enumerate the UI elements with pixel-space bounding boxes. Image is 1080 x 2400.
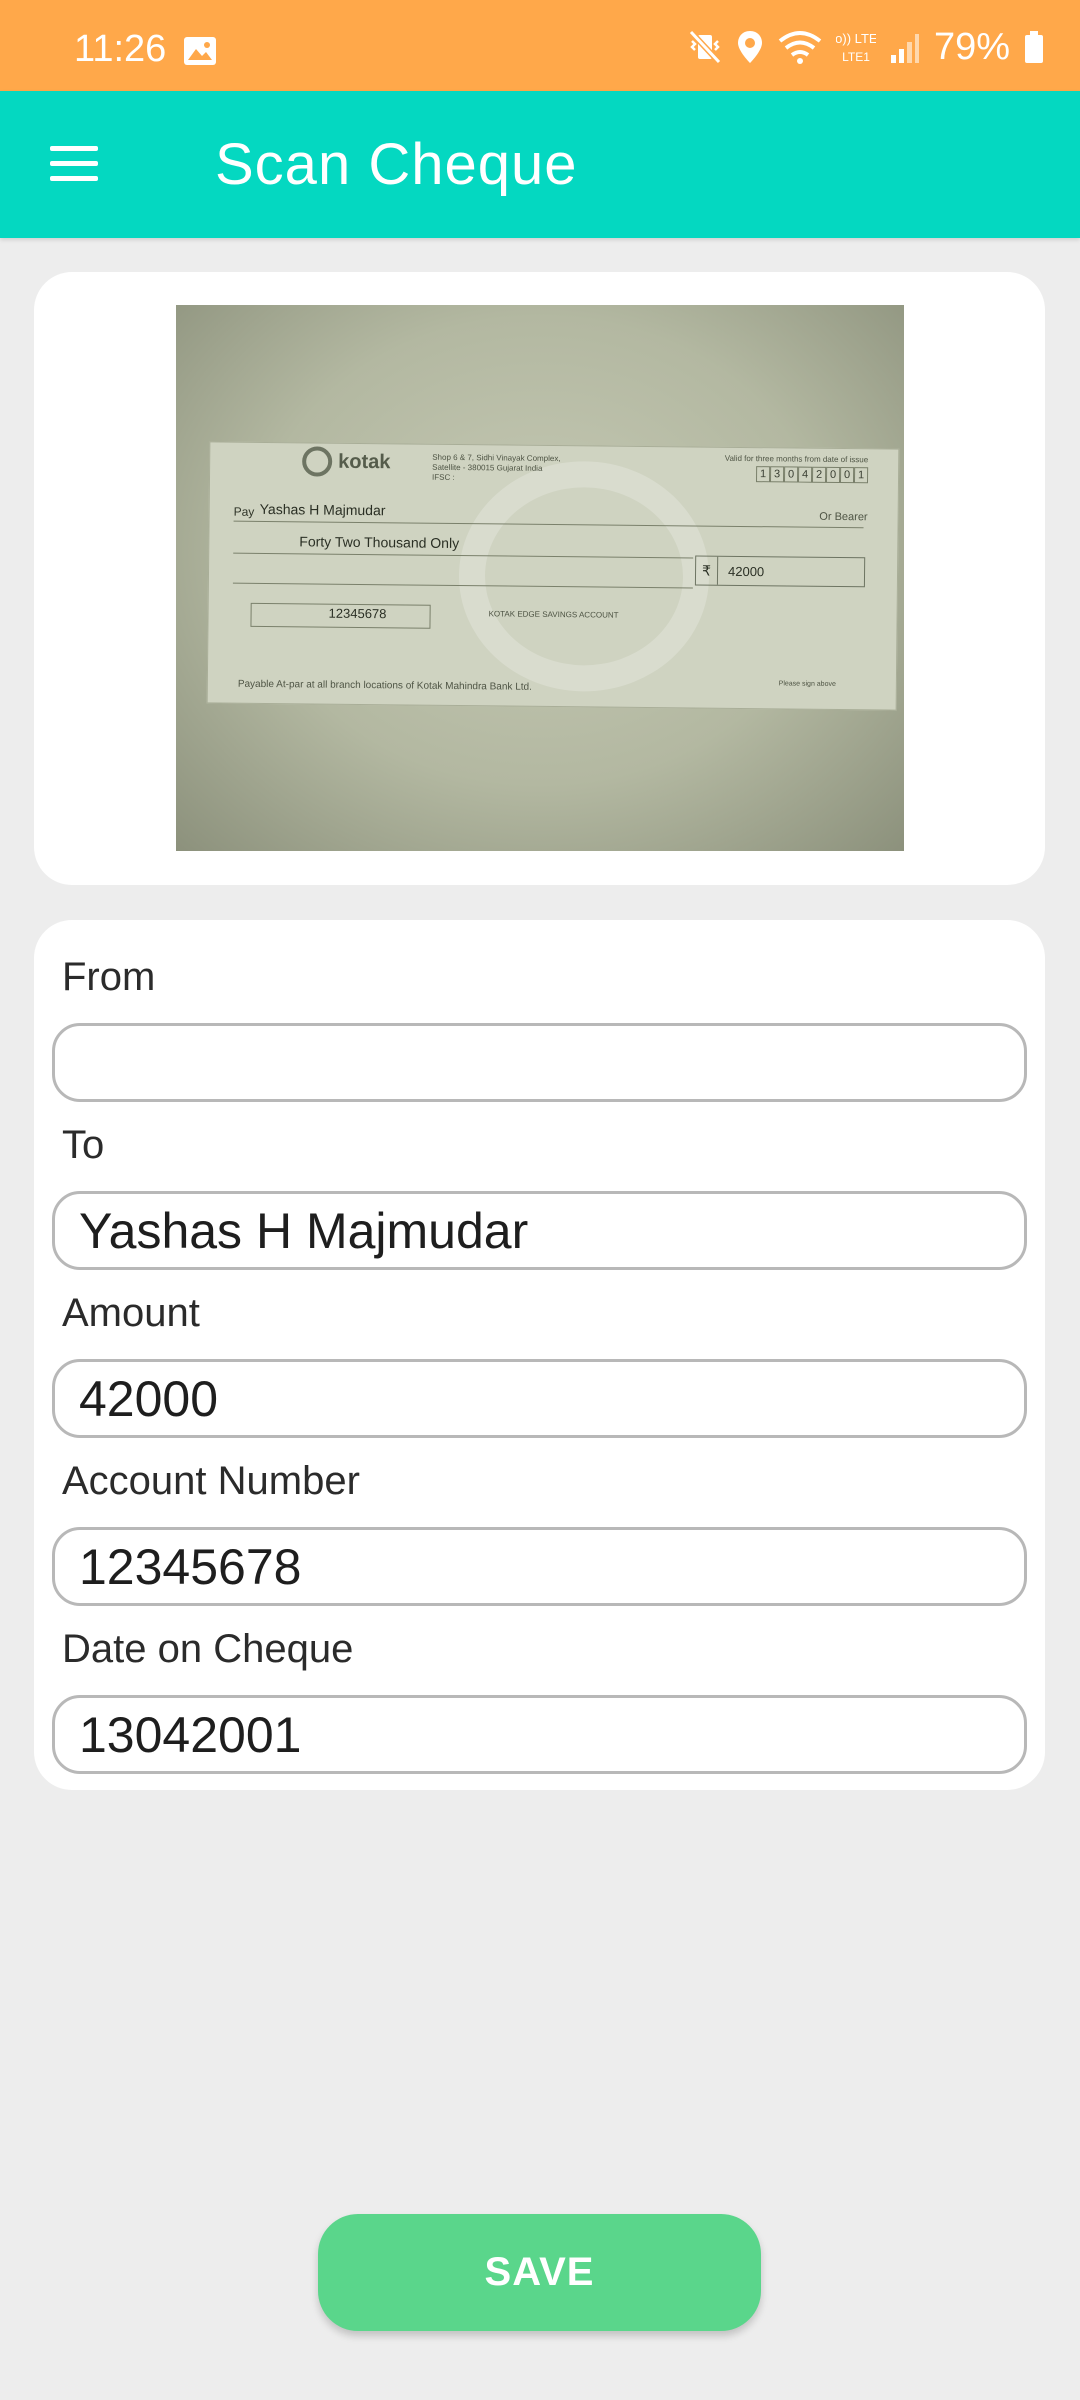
date-digit: 1 <box>853 467 869 484</box>
app-bar: Scan Cheque <box>0 91 1080 238</box>
screen: 11:26 Vo)) LTE1 <box>0 0 1080 2400</box>
status-icons: Vo)) LTE1 LTE1 79% <box>688 22 1044 72</box>
from-label: From <box>62 955 156 999</box>
signature-note: Please sign above <box>778 680 836 688</box>
pay-label: Pay <box>233 504 255 519</box>
mute-vibrate-icon <box>688 29 722 65</box>
svg-text:LTE1: LTE1 <box>842 50 870 64</box>
cheque-details-form: From To Amount Account Number Date on Ch… <box>34 920 1045 1790</box>
rupee-symbol: ₹ <box>695 556 719 585</box>
branch-address: Shop 6 & 7, Sidhi Vinayak Complex, Satel… <box>431 452 561 482</box>
from-field[interactable] <box>52 1023 1027 1102</box>
date-digit: 4 <box>797 466 813 483</box>
page-title: Scan Cheque <box>215 132 578 197</box>
account-type: KOTAK EDGE SAVINGS ACCOUNT <box>488 609 619 620</box>
bearer-label: Or Bearer <box>819 510 868 524</box>
cheque-date-boxes: 1 3 0 4 2 0 0 1 <box>755 466 869 484</box>
to-field[interactable] <box>52 1191 1027 1270</box>
to-label: To <box>62 1123 105 1167</box>
location-icon <box>737 31 762 63</box>
wifi-icon <box>778 31 822 64</box>
account-number-label: Account Number <box>62 1459 360 1503</box>
cheque-amount: 42000 <box>727 563 765 579</box>
amount-field[interactable] <box>52 1359 1027 1438</box>
save-button[interactable]: SAVE <box>318 2214 761 2331</box>
date-digit: 3 <box>769 466 785 483</box>
date-digit: 0 <box>839 467 855 484</box>
date-digit: 0 <box>783 466 799 483</box>
signal-icon <box>890 34 919 63</box>
cheque-photo[interactable]: kotak Shop 6 & 7, Sidhi Vinayak Complex,… <box>176 305 904 851</box>
bank-name: kotak <box>338 450 391 473</box>
amount-in-words: Forty Two Thousand Only <box>299 533 460 552</box>
account-number-field[interactable] <box>52 1527 1027 1606</box>
network-label: Vo)) LTE1 <box>836 31 876 46</box>
lte-icon: Vo)) LTE1 LTE1 <box>836 31 876 64</box>
hamburger-menu-icon[interactable] <box>42 131 106 195</box>
status-time: 11:26 <box>74 28 167 70</box>
amount-label: Amount <box>62 1291 200 1335</box>
date-on-cheque-field[interactable] <box>52 1695 1027 1774</box>
cheque-watermark <box>457 460 711 693</box>
date-digit: 2 <box>811 466 827 483</box>
cheque-account-number: 12345678 <box>328 605 387 622</box>
status-bar: 11:26 Vo)) LTE1 <box>0 0 1080 91</box>
date-on-cheque-label: Date on Cheque <box>62 1627 354 1671</box>
date-digit: 1 <box>755 466 771 483</box>
date-digit: 0 <box>825 466 841 484</box>
battery-percent: 79% <box>933 25 1010 68</box>
gallery-icon <box>184 37 216 65</box>
payable-note: Payable At-par at all branch locations o… <box>237 678 532 693</box>
bank-logo-icon <box>302 446 333 477</box>
bank-logo: kotak <box>302 446 391 477</box>
battery-icon <box>1025 31 1043 63</box>
cheque-amount-box: ₹ 42000 <box>694 555 866 588</box>
cheque-image-card: kotak Shop 6 & 7, Sidhi Vinayak Complex,… <box>34 272 1045 885</box>
cheque-paper: kotak Shop 6 & 7, Sidhi Vinayak Complex,… <box>206 441 900 711</box>
validity-note: Valid for three months from date of issu… <box>724 453 869 465</box>
cheque-payee: Yashas H Majmudar <box>259 500 386 519</box>
